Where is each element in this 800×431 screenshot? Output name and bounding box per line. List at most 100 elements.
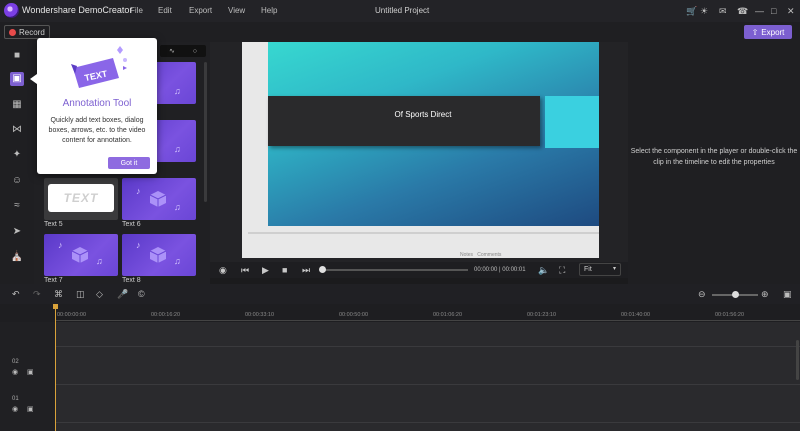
timeline-tracks[interactable] bbox=[56, 322, 800, 431]
popup-title: Annotation Tool bbox=[62, 98, 132, 109]
record-button[interactable]: Record bbox=[4, 25, 50, 39]
box-icon bbox=[71, 247, 89, 263]
volume-icon[interactable]: 🔈 bbox=[538, 265, 549, 275]
timeline-tick: 00:01:56:20 bbox=[715, 312, 745, 318]
captions-icon[interactable]: ▦ bbox=[10, 98, 24, 112]
zoom-in-icon[interactable]: ⊕ bbox=[761, 289, 769, 299]
caption-c-icon[interactable]: © bbox=[138, 289, 145, 299]
fit-timeline-icon[interactable]: ▣ bbox=[783, 289, 792, 299]
menu-view[interactable]: View bbox=[228, 6, 245, 15]
gift-icon[interactable]: ☀ bbox=[700, 6, 708, 16]
redo-icon[interactable]: ↷ bbox=[33, 289, 41, 299]
eye-icon[interactable]: ◉ bbox=[12, 368, 18, 376]
library-item-text-7[interactable]: ♪ ♫ bbox=[44, 234, 118, 276]
library-item-text-8[interactable]: ♪ ♫ bbox=[122, 234, 196, 276]
chevron-down-icon: ▾ bbox=[612, 266, 616, 272]
library-item-label: Text 6 bbox=[122, 221, 141, 228]
music-note-icon: ♪ bbox=[58, 240, 63, 250]
popup-pointer bbox=[30, 74, 37, 84]
pin-icon[interactable]: ➤ bbox=[10, 225, 24, 239]
export-icon: ⇧ bbox=[751, 27, 759, 37]
ruler-baseline bbox=[56, 320, 800, 321]
track-number: 02 bbox=[12, 359, 19, 365]
zoom-select[interactable]: Fit ▾ bbox=[579, 263, 621, 276]
record-label: Record bbox=[19, 27, 45, 37]
annotation-illustration: TEXT bbox=[71, 46, 127, 88]
crop-icon[interactable]: ⌘ bbox=[54, 289, 63, 299]
mark-icon[interactable]: ◇ bbox=[96, 289, 103, 299]
screenshot-icon[interactable]: ◉ bbox=[219, 265, 227, 275]
canvas-shape[interactable] bbox=[545, 96, 599, 148]
previous-frame-icon[interactable]: ⏮ bbox=[241, 265, 249, 275]
eye-icon[interactable]: ◉ bbox=[12, 405, 18, 413]
library-item-label: Text 7 bbox=[44, 277, 63, 284]
lock-icon[interactable]: ▣ bbox=[27, 368, 34, 376]
stickers-icon[interactable]: ☺ bbox=[10, 174, 24, 188]
library-item-label: Text 8 bbox=[122, 277, 141, 284]
timeline-tick: 00:00:50:00 bbox=[339, 312, 369, 318]
canvas-divider bbox=[248, 232, 599, 234]
menu-edit[interactable]: Edit bbox=[158, 6, 172, 15]
window-title: Untitled Project bbox=[375, 6, 430, 15]
timeline-tick: 00:00:00:00 bbox=[57, 312, 87, 318]
playhead-handle[interactable] bbox=[53, 304, 58, 309]
library-tabs[interactable]: ∿ ○ bbox=[160, 45, 206, 57]
headset-icon[interactable]: ☎ bbox=[737, 6, 748, 16]
notes-label: Notes bbox=[460, 252, 474, 258]
menu-export[interactable]: Export bbox=[189, 6, 212, 15]
record-icon bbox=[9, 28, 16, 36]
music-note-icon: ♪ bbox=[136, 186, 141, 196]
app-name: Wondershare DemoCreator bbox=[22, 5, 133, 15]
music-note-icon: ♫ bbox=[174, 86, 181, 96]
mail-icon[interactable]: ✉ bbox=[719, 6, 727, 16]
maximize-icon[interactable]: □ bbox=[771, 6, 776, 16]
music-note-icon: ♫ bbox=[96, 256, 103, 266]
library-item-text-6[interactable]: ♪ ♫ bbox=[122, 178, 196, 220]
got-it-button[interactable]: Got it bbox=[108, 157, 150, 169]
annotation-icon[interactable]: ▣ bbox=[10, 72, 24, 86]
close-icon[interactable]: ✕ bbox=[787, 6, 795, 16]
split-icon[interactable]: ◫ bbox=[76, 289, 85, 299]
library-item-label: Text 5 bbox=[44, 221, 63, 228]
next-frame-icon[interactable]: ⏭ bbox=[302, 265, 310, 275]
library-scrollbar[interactable] bbox=[204, 62, 207, 202]
effects-wand-icon[interactable]: ✦ bbox=[10, 148, 24, 162]
fullscreen-icon[interactable]: ⛶ bbox=[559, 265, 565, 275]
box-icon bbox=[149, 191, 167, 207]
media-folder-icon[interactable]: ■ bbox=[10, 49, 24, 63]
tab-shape-icon[interactable]: ○ bbox=[193, 48, 197, 55]
zoom-out-icon[interactable]: ⊖ bbox=[698, 289, 706, 299]
timeline-tick: 00:00:33:10 bbox=[245, 312, 275, 318]
library-item-text-5[interactable]: TEXT bbox=[44, 178, 118, 220]
music-note-icon: ♫ bbox=[174, 202, 181, 212]
play-icon[interactable]: ▶ bbox=[262, 265, 269, 275]
tab-audio-icon[interactable]: ∿ bbox=[169, 47, 175, 55]
canvas-notes-bar: Notes Comments bbox=[460, 252, 501, 258]
music-note-icon: ♫ bbox=[174, 256, 181, 266]
music-note-icon: ♪ bbox=[136, 240, 141, 250]
timeline-tick: 00:00:16:20 bbox=[151, 312, 181, 318]
playhead[interactable] bbox=[55, 304, 56, 431]
timeline-scrollbar[interactable] bbox=[796, 340, 799, 380]
microphone-icon[interactable]: 🎤 bbox=[117, 289, 128, 299]
zoom-value: Fit bbox=[584, 266, 592, 273]
audio-wave-icon[interactable]: ≈ bbox=[10, 199, 24, 213]
playback-progress[interactable] bbox=[322, 269, 468, 271]
music-note-icon: ♫ bbox=[174, 144, 181, 154]
playback-scrubber[interactable] bbox=[319, 266, 326, 273]
caption-bar[interactable] bbox=[268, 96, 540, 146]
minimize-icon[interactable]: — bbox=[755, 6, 764, 16]
menu-file[interactable]: File bbox=[130, 6, 143, 15]
cart-icon[interactable]: 🛒 bbox=[686, 6, 697, 16]
timeline-zoom-knob[interactable] bbox=[732, 291, 739, 298]
stop-icon[interactable]: ■ bbox=[282, 265, 287, 275]
export-button[interactable]: ⇧ Export bbox=[744, 25, 792, 39]
annotation-tool-popup: TEXT Annotation Tool Quickly add text bo… bbox=[37, 38, 157, 174]
box-icon bbox=[149, 247, 167, 263]
lock-icon[interactable]: ▣ bbox=[27, 405, 34, 413]
menu-help[interactable]: Help bbox=[261, 6, 277, 15]
transitions-icon[interactable]: ⋈ bbox=[10, 123, 24, 137]
undo-icon[interactable]: ↶ bbox=[12, 289, 20, 299]
store-icon[interactable]: ⛪ bbox=[10, 250, 24, 264]
track-headers bbox=[0, 322, 56, 431]
